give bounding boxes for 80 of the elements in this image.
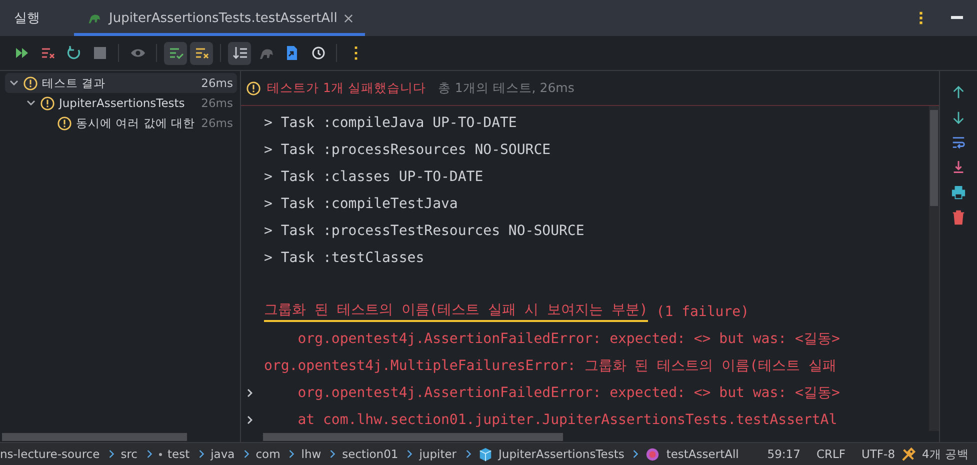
print-icon[interactable] [951,185,966,200]
failure-count: (1 failure) [655,304,750,320]
stop-icon [92,45,108,61]
chevron-icon [464,449,472,459]
up-arrow-icon[interactable] [951,85,966,100]
tree-label: JupiterAssertionsTests [59,96,185,110]
chevron-icon [288,449,296,459]
refresh-icon [66,45,82,61]
tree-item[interactable]: 동시에 여러 값에 대한 26ms [5,113,237,133]
scrollbar[interactable] [263,432,563,440]
more-icon [354,46,358,60]
error-line: org.opentest4j.AssertionFailedError: expected: <> but was: <길동> [296,384,840,402]
down-arrow-icon[interactable] [951,110,966,125]
console-line: > Task :processResources NO-SOURCE [264,142,551,158]
tree-item[interactable]: JupiterAssertionsTests 26ms [5,93,237,113]
indent-setting[interactable]: 4개 공백 [922,446,969,462]
chevron-icon [329,449,336,459]
warning-icon [57,116,72,130]
wrap-icon[interactable] [951,135,966,150]
breadcrumb-item[interactable]: section01 [342,447,398,461]
scroll-to-end-icon[interactable] [951,160,966,175]
breadcrumb-item[interactable]: com [256,447,280,461]
run-tab[interactable]: JupiterAssertionsTests.testAssertAll [74,0,366,36]
breadcrumb-item[interactable]: ns-lecture-source [0,447,100,461]
chevron-icon [146,449,153,459]
line-ending[interactable]: CRLF [816,447,846,461]
breadcrumb-item[interactable]: jupiter [419,447,457,461]
error-line: at com.lhw.section01.jupiter.JupiterAssertionsTests.testAssertAl [296,412,838,428]
expand-icon[interactable] [245,388,255,398]
cube-icon [478,446,493,462]
expand-icon[interactable] [245,414,255,424]
chevron-icon [108,449,115,459]
duration-text: 26ms [201,96,233,110]
scrollbar[interactable] [2,432,187,440]
console-line: > Task :compileTestJava [264,196,458,212]
console-line: > Task :processTestResources NO-SOURCE [264,222,584,238]
chevron-icon [406,449,414,459]
console-line: > Task :classes UP-TO-DATE [264,168,484,184]
show-ignored-button[interactable] [190,42,213,64]
chevron-icon [632,449,640,459]
method-icon [645,446,660,462]
chevron-icon [198,449,205,459]
duration-text: 26ms [201,76,233,90]
warning-icon [40,96,55,110]
tools-icon[interactable] [901,446,916,462]
breadcrumb-item[interactable]: src [120,447,138,461]
minimize-icon[interactable] [951,16,963,20]
tree-label: 동시에 여러 값에 대한 [76,116,195,130]
chevron-icon [242,449,250,459]
dot-icon [158,452,162,456]
panel-title: 실행 [14,10,40,27]
sort-button[interactable] [228,42,251,64]
warning-icon [23,76,38,90]
tree-label: 테스트 결과 [42,76,106,90]
show-passed-button[interactable] [164,42,187,64]
tab-label: JupiterAssertionsTests.testAssertAll [109,10,338,26]
double-play-icon [14,45,30,61]
breadcrumb-item[interactable]: JupiterAssertionsTests [498,447,624,461]
tree-item[interactable]: 테스트 결과 26ms [5,73,237,93]
warning-icon [246,80,261,96]
console-line: > Task :compileJava UP-TO-DATE [264,114,517,130]
breadcrumb-item[interactable]: testAssertAll [666,447,739,461]
trash-icon[interactable] [951,210,966,225]
breadcrumb-item[interactable]: lhw [301,447,322,461]
failure-summary: 테스트가 1개 실패했습니다 [267,80,426,96]
scrollbar[interactable] [930,110,938,206]
more-icon[interactable] [919,11,923,25]
duration-text: 26ms [201,116,233,130]
close-icon[interactable] [344,14,354,22]
history-icon [310,45,326,61]
error-line: org.opentest4j.MultipleFailuresError: 그룹화 된 테스트의 이름(테스트 실패 [264,356,836,374]
error-line: org.opentest4j.AssertionFailedError: expected: <> but was: <길동> [296,330,840,348]
test-summary: 총 1개의 테스트, 26ms [438,80,574,96]
breadcrumb-item[interactable]: test [168,447,190,461]
console-line: > Task :testClasses [264,250,424,266]
cursor-position[interactable]: 59:17 [767,447,800,461]
sort-icon [232,45,248,61]
breadcrumb-item[interactable]: java [210,447,235,461]
test-name-link[interactable]: 그룹화 된 테스트의 이름(테스트 실패 시 보여지는 부분) [264,301,648,322]
encoding[interactable]: UTF-8 [861,447,896,461]
